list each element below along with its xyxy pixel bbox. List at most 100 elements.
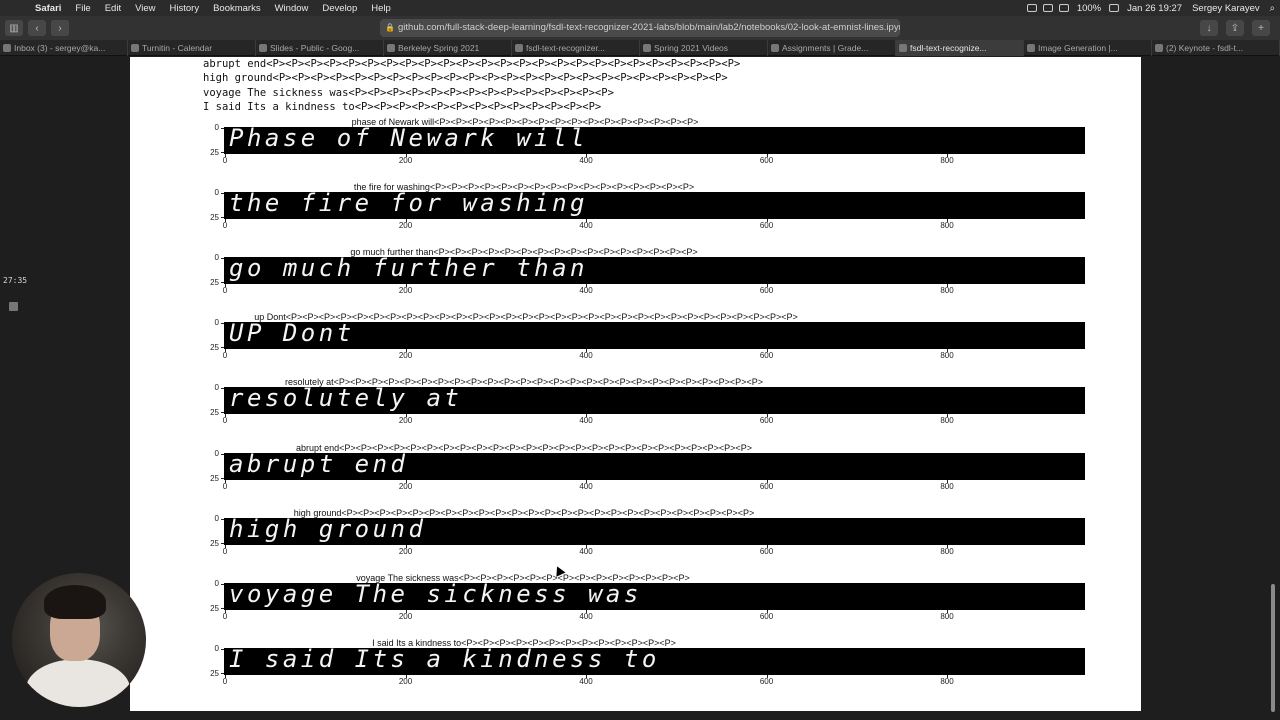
share-icon[interactable]: ⇪	[1226, 20, 1244, 36]
wifi-icon[interactable]	[1058, 4, 1069, 12]
tab-inbox[interactable]: Inbox (3) - sergey@ka...	[0, 40, 128, 56]
favicon-icon	[771, 44, 779, 52]
output-line: voyage The sickness was<P><P><P><P><P><P…	[203, 86, 614, 99]
github-icon	[515, 44, 523, 52]
x-tick-label: 600	[759, 547, 774, 556]
download-icon[interactable]: ↓	[1200, 20, 1218, 36]
line-image-plot: go much further than<P><P><P><P><P><P><P…	[190, 247, 1110, 309]
y-tick-label: 25	[210, 669, 219, 678]
x-tick-label: 200	[398, 351, 413, 360]
x-tick-label: 600	[759, 416, 774, 425]
tab-slides[interactable]: Slides - Public - Goog...	[256, 40, 384, 56]
x-tick-label: 600	[759, 612, 774, 621]
y-tick-mark	[221, 584, 224, 585]
x-tick-label: 400	[579, 416, 593, 425]
menu-help[interactable]: Help	[364, 3, 398, 14]
y-tick-label: 0	[214, 644, 219, 653]
y-tick-mark	[221, 388, 224, 389]
menu-window[interactable]: Window	[268, 3, 316, 14]
stop-icon[interactable]	[9, 302, 18, 311]
webcam-body	[26, 659, 130, 707]
tab-notebook-active[interactable]: fsdl-text-recognize...	[896, 40, 1024, 56]
favicon-icon	[1155, 44, 1163, 52]
tab-github-repo[interactable]: fsdl-text-recognizer...	[512, 40, 640, 56]
x-tick-label: 800	[940, 416, 954, 425]
tab-image-generation[interactable]: Image Generation |...	[1024, 40, 1152, 56]
page-scrollbar[interactable]	[1271, 56, 1277, 716]
line-image-plot: resolutely at<P><P><P><P><P><P><P><P><P>…	[190, 377, 1110, 439]
x-tick-label: 0	[222, 547, 228, 556]
handwriting-text: resolutely at	[229, 387, 463, 412]
menu-file[interactable]: File	[68, 3, 97, 14]
line-image-plot: abrupt end<P><P><P><P><P><P><P><P><P><P>…	[190, 443, 1110, 505]
handwriting-text: high ground	[229, 518, 427, 543]
tab-keynote[interactable]: (2) Keynote - fsdl-t...	[1152, 40, 1280, 56]
y-tick-mark	[221, 649, 224, 650]
status-icon[interactable]	[1042, 4, 1053, 12]
handwriting-text: go much further than	[229, 257, 588, 282]
tab-calendar[interactable]: Turnitin - Calendar	[128, 40, 256, 56]
x-tick-label: 400	[579, 677, 593, 686]
y-tick-label: 0	[214, 253, 219, 262]
x-tick-label: 200	[398, 221, 413, 230]
x-tick-label: 200	[398, 612, 413, 621]
menu-app-name[interactable]: Safari	[28, 3, 68, 14]
search-icon[interactable]: ⌕	[1265, 3, 1280, 14]
address-bar[interactable]: 🔒 github.com/full-stack-deep-learning/fs…	[380, 19, 900, 37]
x-tick-label: 800	[940, 156, 954, 165]
x-tick-label: 600	[759, 677, 774, 686]
status-icon[interactable]	[1026, 4, 1037, 12]
menu-edit[interactable]: Edit	[98, 3, 128, 14]
x-tick-label: 400	[579, 482, 593, 491]
y-tick-mark	[221, 152, 224, 153]
menu-history[interactable]: History	[163, 3, 207, 14]
x-tick-label: 0	[222, 351, 228, 360]
handwriting-text: I said Its a kindness to	[229, 648, 660, 673]
webcam-overlay	[12, 573, 146, 707]
favicon-icon	[131, 44, 139, 52]
output-line: I said Its a kindness to<P><P><P><P><P><…	[203, 100, 602, 113]
y-tick-label: 0	[214, 514, 219, 523]
back-icon[interactable]: ‹	[28, 20, 46, 36]
recording-timer: 27:35	[3, 276, 28, 285]
handwriting-image: abrupt end	[224, 453, 1085, 480]
x-tick-label: 200	[398, 156, 413, 165]
tab-berkeley[interactable]: Berkeley Spring 2021	[384, 40, 512, 56]
x-tick-label: 400	[579, 612, 593, 621]
y-tick-label: 25	[210, 213, 219, 222]
y-tick-label: 25	[210, 148, 219, 157]
y-tick-label: 0	[214, 449, 219, 458]
x-tick-label: 600	[759, 351, 774, 360]
handwriting-text: the fire for washing	[229, 192, 588, 217]
tab-assignments[interactable]: Assignments | Grade...	[768, 40, 896, 56]
tab-videos[interactable]: Spring 2021 Videos	[640, 40, 768, 56]
line-image-plot: up Dont<P><P><P><P><P><P><P><P><P><P><P>…	[190, 312, 1110, 374]
x-tick-label: 200	[398, 547, 413, 556]
handwriting-text: Phase of Newark will	[229, 127, 588, 152]
menu-develop[interactable]: Develop	[315, 3, 364, 14]
forward-icon[interactable]: ›	[51, 20, 69, 36]
y-tick-mark	[221, 608, 224, 609]
x-tick-label: 0	[222, 482, 228, 491]
handwriting-image: voyage The sickness was	[224, 583, 1085, 610]
x-tick-label: 800	[940, 612, 954, 621]
new-tab-icon[interactable]: +	[1252, 20, 1270, 36]
x-tick-label: 0	[222, 286, 228, 295]
sidebar-toggle-icon[interactable]: ▥	[5, 20, 23, 36]
clock[interactable]: Jan 26 19:27	[1122, 3, 1187, 14]
x-tick-label: 0	[222, 416, 228, 425]
x-tick-label: 800	[940, 286, 954, 295]
y-tick-mark	[221, 217, 224, 218]
user-name[interactable]: Sergey Karayev	[1187, 3, 1265, 14]
menu-bar: Safari File Edit View History Bookmarks …	[0, 0, 1280, 16]
battery-percent[interactable]: 100%	[1072, 3, 1106, 14]
x-tick-label: 600	[759, 286, 774, 295]
x-tick-label: 800	[940, 351, 954, 360]
y-tick-mark	[221, 258, 224, 259]
scroll-thumb[interactable]	[1271, 584, 1275, 712]
menu-bookmarks[interactable]: Bookmarks	[206, 3, 268, 14]
handwriting-image: I said Its a kindness to	[224, 648, 1085, 675]
x-tick-label: 800	[940, 677, 954, 686]
menu-view[interactable]: View	[128, 3, 162, 14]
x-tick-label: 200	[398, 416, 413, 425]
